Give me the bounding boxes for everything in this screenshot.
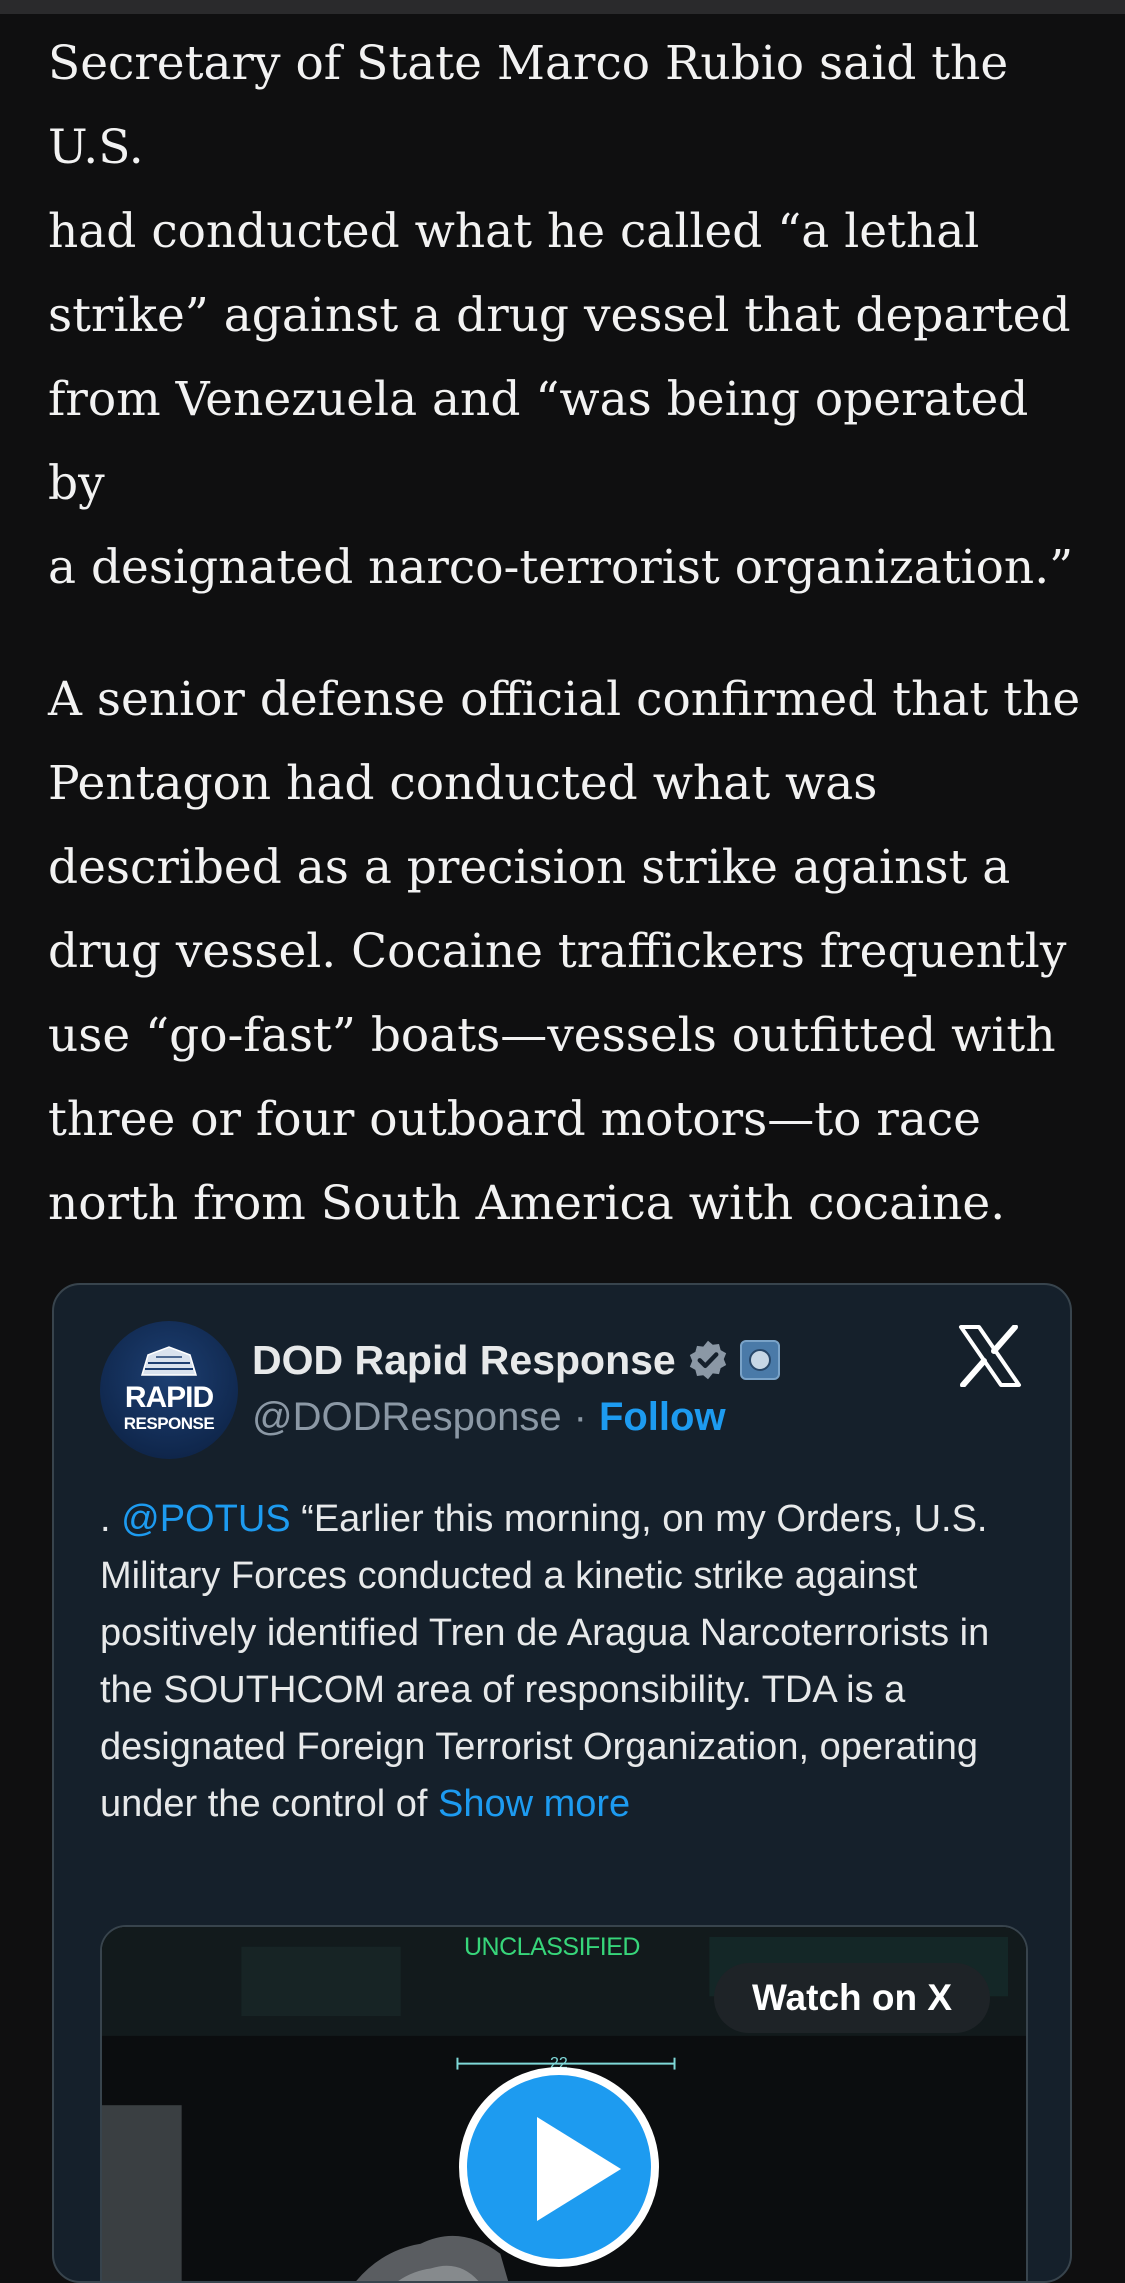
- unclassified-label: UNCLASSIFIED: [464, 1933, 640, 1961]
- embedded-tweet-card[interactable]: RAPID RESPONSE DOD Rapid Response @DODRe…: [52, 1283, 1072, 2283]
- author-handle[interactable]: @DODResponse: [252, 1393, 562, 1441]
- pentagon-building-icon: [140, 1346, 198, 1376]
- tweet-text: . @POTUS “Earlier this morning, on my Or…: [100, 1491, 1030, 1833]
- affiliate-badge-icon: [739, 1340, 780, 1380]
- author-handle-row: @DODResponse · Follow: [252, 1393, 726, 1441]
- article-paragraph-1: Secretary of State Marco Rubio said the …: [48, 36, 1074, 595]
- handle-separator: ·: [573, 1395, 587, 1439]
- potus-mention-link[interactable]: @POTUS: [121, 1498, 290, 1540]
- article-paragraph-2: A senior defense official confirmed that…: [48, 672, 1081, 1231]
- follow-button[interactable]: Follow: [599, 1393, 726, 1441]
- verified-badge-icon: [689, 1340, 726, 1380]
- show-more-link[interactable]: Show more: [438, 1783, 630, 1825]
- play-icon: [537, 2117, 621, 2221]
- tweet-text-prefix: .: [100, 1498, 122, 1540]
- play-button[interactable]: [459, 2067, 659, 2267]
- tweet-text-body: “Earlier this morning, on my Orders, U.S…: [100, 1498, 990, 1825]
- x-logo-icon[interactable]: [957, 1325, 1023, 1387]
- avatar-text-line-1: RAPID: [124, 1381, 214, 1414]
- watch-on-x-button[interactable]: Watch on X: [714, 1963, 991, 2033]
- article-body: Secretary of State Marco Rubio said the …: [48, 22, 1088, 1246]
- avatar[interactable]: RAPID RESPONSE: [100, 1321, 238, 1459]
- top-status-strip: [0, 0, 1125, 14]
- author-display-name[interactable]: DOD Rapid Response: [252, 1335, 676, 1385]
- avatar-text-line-2: RESPONSE: [123, 1414, 215, 1433]
- video-media[interactable]: UNCLASSIFIED 22 Watch on X: [100, 1925, 1028, 2281]
- author-name-row: DOD Rapid Response: [252, 1335, 780, 1385]
